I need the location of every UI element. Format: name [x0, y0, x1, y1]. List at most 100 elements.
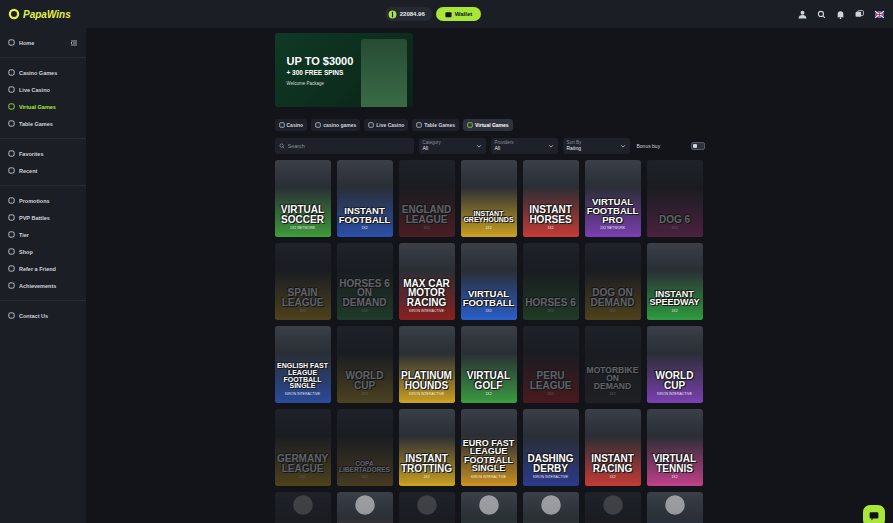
game-tile[interactable] — [523, 492, 579, 523]
game-provider: 1X2 — [485, 392, 491, 396]
sidebar-section: Casino GamesLive CasinoVirtual Games Tabl… — [0, 64, 86, 139]
game-provider: 1X2 — [423, 475, 429, 479]
game-tile[interactable]: WORLD CUP1X2 — [337, 326, 393, 403]
game-tile[interactable]: SPAIN LEAGUE1X2 — [275, 243, 331, 320]
game-tile[interactable]: VIRTUAL SOCCER1X2 NETWORK — [275, 160, 331, 237]
game-grid: VIRTUAL SOCCER1X2 NETWORKINSTANT FOOTBAL… — [275, 160, 705, 523]
game-title: INSTANT RACING — [587, 454, 639, 473]
tab[interactable]: Live Casino — [364, 119, 408, 131]
tab[interactable]: Virtual Games — [463, 119, 513, 131]
sidebar-item[interactable]: Promotions — [0, 192, 86, 209]
game-tile[interactable]: PERU LEAGUE1X2 — [523, 326, 579, 403]
sidebar-item[interactable]: Achievements — [0, 277, 86, 294]
sidebar-item[interactable]: Live Casino — [0, 81, 86, 98]
game-tile[interactable]: VIRTUAL FOOTBALL1X2 — [461, 243, 517, 320]
game-tile[interactable]: DOG ON DEMAND1X2 — [585, 243, 641, 320]
game-tile[interactable]: VIRTUAL GOLF1X2 — [461, 326, 517, 403]
tile-color — [647, 317, 703, 320]
sidebar-item[interactable]: Refer a Friend — [0, 260, 86, 277]
game-tile[interactable]: DOG 61X2 — [647, 160, 703, 237]
game-tile[interactable] — [461, 492, 517, 523]
balance[interactable]: 22084.96 — [385, 7, 432, 21]
sidebar-item[interactable]: Recent — [0, 162, 86, 179]
game-tile[interactable]: VIRTUAL FOOTBALL PRO1X2 NETWORK — [585, 160, 641, 237]
game-tile[interactable]: INSTANT FOOTBALL1X2 — [337, 160, 393, 237]
search-input[interactable] — [288, 143, 410, 149]
filter-dropdown[interactable]: Sort ByRating — [563, 138, 630, 154]
logo[interactable]: PapaWins — [8, 8, 128, 20]
bonus-buy-label: Bonus buy — [637, 143, 661, 149]
logo-text: PapaWins — [23, 9, 71, 20]
tab[interactable]: Table Games — [412, 119, 459, 131]
wallet-label: Wallet — [455, 11, 472, 17]
sidebar-item[interactable]: Casino Games — [0, 64, 86, 81]
user-icon[interactable] — [798, 10, 807, 19]
tile-color — [647, 234, 703, 237]
coin-icon — [388, 10, 397, 19]
game-tile[interactable]: MAX CAR MOTOR RACINGKIRON INTERACTIVE — [399, 243, 455, 320]
sidebar-item[interactable]: Shop — [0, 243, 86, 260]
game-provider: 1X2 — [547, 392, 553, 396]
game-tile[interactable]: PLATINUM HOUNDSKIRON INTERACTIVE — [399, 326, 455, 403]
menu-icon — [8, 120, 15, 127]
collapse-icon[interactable] — [70, 39, 78, 47]
game-tile[interactable] — [399, 492, 455, 523]
chat-icon[interactable] — [855, 10, 864, 19]
game-tile[interactable]: COPA LIBERTADORES1X2 — [337, 409, 393, 486]
game-tile[interactable]: VIRTUAL TENNIS1X2 — [647, 409, 703, 486]
bell-icon[interactable] — [836, 10, 845, 19]
game-provider: KIRON INTERACTIVE — [285, 392, 320, 396]
game-tile[interactable] — [275, 492, 331, 523]
tab-icon — [416, 122, 422, 128]
game-tile[interactable]: MOTORBIKE ON DEMAND1X2 — [585, 326, 641, 403]
game-tile[interactable] — [337, 492, 393, 523]
search-field[interactable] — [275, 138, 414, 154]
search-icon[interactable] — [817, 10, 826, 19]
banner-badge: Welcome Package — [287, 81, 361, 86]
filter-dropdown[interactable]: ProvidersAll — [491, 138, 558, 154]
chat-button[interactable] — [863, 505, 885, 523]
game-tile[interactable]: INSTANT SPEEDWAY1X2 — [647, 243, 703, 320]
game-tile[interactable]: INSTANT GREYHOUNDS1X2 — [461, 160, 517, 237]
menu-icon — [8, 69, 15, 76]
game-tile[interactable]: GERMANY LEAGUE1X2 — [275, 409, 331, 486]
sidebar-item[interactable]: PVP Battles — [0, 209, 86, 226]
tile-color — [337, 400, 393, 403]
promo-banner[interactable]: UP TO $3000+ 300 FREE SPINSWelcome Packa… — [275, 33, 413, 107]
wallet-icon — [445, 11, 452, 18]
flag-icon[interactable] — [874, 10, 885, 19]
game-tile[interactable]: EURO FAST LEAGUE FOOTBALL SINGLEKIRON IN… — [461, 409, 517, 486]
bonus-buy-toggle[interactable] — [691, 142, 705, 150]
sidebar-label: Table Games — [19, 121, 53, 127]
game-title: DASHING DERBY — [525, 454, 577, 473]
sidebar-item[interactable]: Favorites — [0, 145, 86, 162]
header-icons — [798, 10, 885, 19]
game-title: VIRTUAL SOCCER — [277, 205, 329, 224]
game-tile[interactable]: ENGLISH FAST LEAGUE FOOTBALL SINGLEKIRON… — [275, 326, 331, 403]
game-tile[interactable]: WORLD CUPKIRON INTERACTIVE — [647, 326, 703, 403]
game-tile[interactable]: INSTANT HORSES1X2 — [523, 160, 579, 237]
game-tile[interactable]: DASHING DERBY KIRON INTERACTIVE — [523, 409, 579, 486]
game-tile[interactable]: HORSES 61X2 — [523, 243, 579, 320]
game-tile[interactable] — [647, 492, 703, 523]
game-tile[interactable]: ENGLAND LEAGUE1X2 — [399, 160, 455, 237]
sidebar-item[interactable]: Tier — [0, 226, 86, 243]
sidebar-item[interactable]: Contact Us — [0, 307, 86, 324]
game-tile[interactable]: INSTANT RACING1X2 — [585, 409, 641, 486]
tab[interactable]: casino games — [311, 119, 360, 131]
tile-color — [399, 483, 455, 486]
game-provider: KIRON INTERACTIVE — [533, 475, 568, 479]
game-tile[interactable]: HORSES 6 ON DEMAND1X2 — [337, 243, 393, 320]
sidebar-item[interactable]: Home — [0, 34, 86, 51]
wallet-button[interactable]: Wallet — [436, 7, 481, 21]
menu-icon — [8, 248, 15, 255]
game-tile[interactable] — [585, 492, 641, 523]
filter-dropdown[interactable]: CategoryAll — [419, 138, 486, 154]
game-provider: 1X2 — [485, 309, 491, 313]
tile-color — [523, 483, 579, 486]
sidebar-item[interactable]: Table Games — [0, 115, 86, 132]
tab[interactable]: Casino — [275, 119, 308, 131]
game-provider: 1X2 — [671, 475, 677, 479]
game-tile[interactable]: INSTANT TROTTING1X2 — [399, 409, 455, 486]
sidebar-item[interactable]: Virtual Games — [0, 98, 86, 115]
